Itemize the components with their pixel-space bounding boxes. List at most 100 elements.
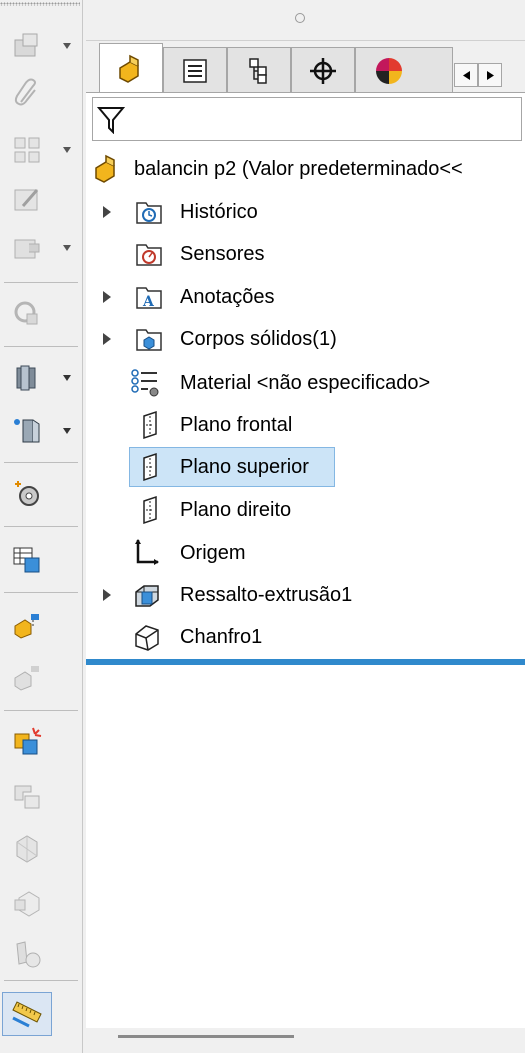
property-list-icon <box>183 58 207 83</box>
measure-button[interactable] <box>2 992 52 1036</box>
toolbar-grip[interactable] <box>0 2 80 6</box>
tree-item-sensores[interactable]: Sensores <box>86 234 525 274</box>
tree-item-anotacoes[interactable]: A Anotações <box>86 277 525 317</box>
tree-item-label: Ressalto-extrusão1 <box>180 584 353 606</box>
chevron-right-icon <box>486 70 494 80</box>
expand-arrow-icon[interactable] <box>103 291 111 303</box>
tree-root-part[interactable]: balancin p2 (Valor predeterminado<< <box>86 149 525 189</box>
tree-item-label: Material <não especificado> <box>180 372 431 394</box>
pattern-dropdown[interactable] <box>60 143 74 157</box>
horizontal-scrollbar[interactable] <box>118 1035 294 1038</box>
tree-filter-input[interactable] <box>92 97 522 141</box>
plane-icon <box>143 410 157 440</box>
chamfer-icon <box>135 625 159 651</box>
toolbar-separator <box>4 710 78 711</box>
tree-item-corpos-solidos[interactable]: Corpos sólidos(1) <box>86 319 525 359</box>
tree-item-label: Corpos sólidos(1) <box>180 328 337 350</box>
tree-item-label: Origem <box>180 542 246 564</box>
rotate-component-icon <box>14 301 38 325</box>
propertymanager-tab[interactable] <box>163 47 227 93</box>
toolbar-separator <box>4 346 78 347</box>
insert-part-dropdown[interactable] <box>60 241 74 255</box>
layout-button[interactable] <box>2 774 52 818</box>
folder-document-icon <box>14 33 38 57</box>
tab-scroll-left-button[interactable] <box>454 63 478 87</box>
panel-resize-grip[interactable] <box>295 13 305 23</box>
toolbar-separator <box>4 282 78 283</box>
display-manager-tab[interactable] <box>355 47 453 93</box>
annotations-folder-icon: A <box>136 287 162 310</box>
reference-plane-icon <box>14 419 40 443</box>
edit-sketch-button[interactable] <box>2 178 52 222</box>
chevron-down-icon <box>63 245 71 251</box>
cube-outline-button[interactable] <box>2 880 52 924</box>
part-flag-disabled-icon <box>14 666 39 691</box>
history-folder-icon <box>136 202 162 224</box>
table-cube-button[interactable] <box>2 538 52 582</box>
expand-arrow-icon[interactable] <box>103 206 111 218</box>
funnel-icon <box>97 107 125 134</box>
pattern-button[interactable] <box>2 128 52 172</box>
tree-item-label: Anotações <box>180 286 275 308</box>
edit-sketch-icon <box>14 189 39 211</box>
tree-item-plano-direito[interactable]: Plano direito <box>86 490 525 530</box>
insert-part-icon <box>14 239 40 259</box>
interference-button[interactable] <box>2 720 52 764</box>
cube-grid-button[interactable] <box>2 826 52 870</box>
cube-outline-icon <box>14 891 40 917</box>
gears-button[interactable] <box>2 472 52 516</box>
part-flag-button[interactable] <box>2 604 52 648</box>
expand-arrow-icon[interactable] <box>103 589 111 601</box>
rotate-component-button[interactable] <box>2 292 52 336</box>
color-wheel-icon <box>376 57 402 84</box>
configurationmanager-tab[interactable] <box>227 47 291 93</box>
move-face-dropdown[interactable] <box>60 371 74 385</box>
sensor-folder-icon <box>136 244 162 266</box>
move-face-icon <box>16 365 36 391</box>
chevron-left-icon <box>462 70 470 80</box>
tree-item-historico[interactable]: Histórico <box>86 192 525 232</box>
tree-item-material[interactable]: Material <não especificado> <box>86 363 525 403</box>
crosshair-icon <box>310 57 336 84</box>
cube-grid-icon <box>16 835 38 863</box>
dimxpert-tab[interactable] <box>291 47 355 93</box>
tree-item-plano-frontal[interactable]: Plano frontal <box>86 405 525 445</box>
tree-item-chanfro[interactable]: Chanfro1 <box>86 617 525 657</box>
move-face-button[interactable] <box>2 356 52 400</box>
tree-item-ressalto-extrusao[interactable]: Ressalto-extrusão1 <box>86 575 525 615</box>
motion-study-icon <box>16 941 41 968</box>
tree-item-plano-superior[interactable]: Plano superior <box>86 447 525 487</box>
tree-item-origem[interactable]: Origem <box>86 533 525 573</box>
chevron-down-icon <box>63 147 71 153</box>
motion-study-button[interactable] <box>2 932 52 976</box>
insert-part-button[interactable] <box>2 226 52 270</box>
reference-plane-button[interactable] <box>2 408 52 452</box>
chevron-down-icon <box>63 43 71 49</box>
reference-plane-dropdown[interactable] <box>60 424 74 438</box>
origin-icon <box>135 539 159 565</box>
tree-item-label: Histórico <box>180 201 258 223</box>
expand-arrow-icon[interactable] <box>103 333 111 345</box>
tree-item-label: Plano frontal <box>180 414 293 436</box>
part-tree-icon <box>119 54 139 83</box>
chevron-down-icon <box>63 375 71 381</box>
featuremanager-tab[interactable] <box>99 43 163 93</box>
tree-item-label: Plano direito <box>180 499 292 521</box>
folder-document-dropdown[interactable] <box>60 39 74 53</box>
boss-extrude-icon <box>135 585 159 607</box>
grid-pattern-icon <box>14 137 40 163</box>
tab-scroll-right-button[interactable] <box>478 63 502 87</box>
featuremanager-panel: balancin p2 (Valor predeterminado<< Hist… <box>86 0 525 1053</box>
paperclip-icon <box>14 78 36 106</box>
table-cube-icon <box>13 547 40 573</box>
folder-document-button[interactable] <box>2 24 52 68</box>
chevron-down-icon <box>63 428 71 434</box>
paperclip-button[interactable] <box>2 72 52 116</box>
part-flag-disabled-button[interactable] <box>2 656 52 700</box>
toolbar-separator <box>4 592 78 593</box>
manager-tabs <box>86 40 525 93</box>
interference-icon <box>14 727 42 755</box>
layout-icon <box>14 785 40 809</box>
rollback-bar[interactable] <box>86 659 525 665</box>
plane-icon <box>143 452 157 482</box>
